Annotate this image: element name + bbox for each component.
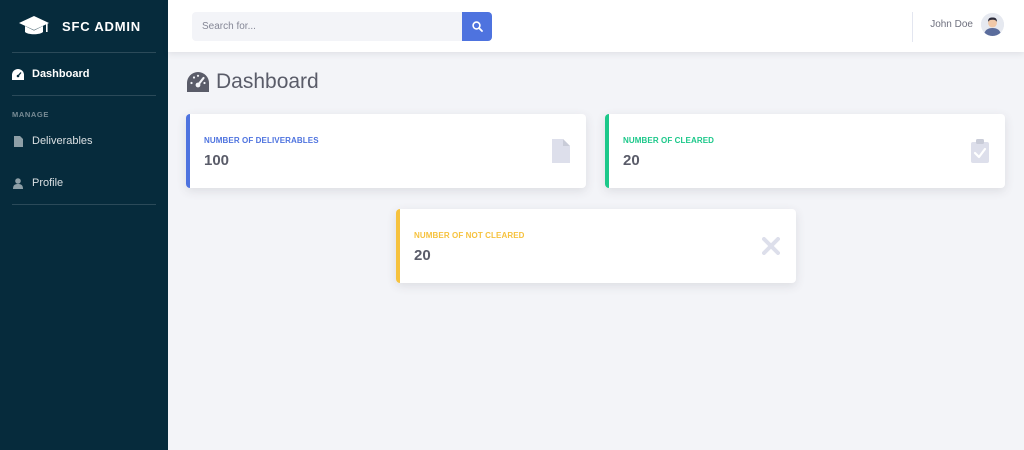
brand[interactable]: SFC ADMIN: [0, 0, 168, 52]
sidebar-item-deliverables[interactable]: Deliverables: [0, 120, 168, 162]
user-menu[interactable]: John Doe: [930, 13, 1004, 36]
file-icon: [12, 135, 24, 147]
user-name: John Doe: [930, 19, 973, 30]
times-icon: [760, 233, 782, 259]
brand-name: SFC ADMIN: [62, 18, 141, 34]
sidebar-divider: [12, 204, 156, 205]
card-label: NUMBER OF DELIVERABLES: [204, 136, 319, 145]
card-value: 20: [414, 247, 431, 264]
clipboard-check-icon: [969, 138, 991, 164]
graduation-cap-icon: [19, 16, 49, 35]
sidebar-item-label: Profile: [32, 177, 64, 189]
sidebar: SFC ADMIN Dashboard MANAGE Deliverables: [0, 0, 168, 450]
tachometer-icon: [187, 72, 209, 92]
user-icon: [12, 177, 24, 189]
page-title: Dashboard: [186, 70, 319, 94]
card-value: 20: [623, 152, 640, 169]
card-label: NUMBER OF NOT CLEARED: [414, 231, 525, 240]
card-cleared[interactable]: NUMBER OF CLEARED 20: [605, 114, 1005, 188]
card-value: 100: [204, 152, 230, 169]
card-not-cleared[interactable]: NUMBER OF NOT CLEARED 20: [396, 209, 796, 283]
search-icon: [471, 21, 483, 32]
card-deliverables[interactable]: NUMBER OF DELIVERABLES 100: [186, 114, 586, 188]
sidebar-item-profile[interactable]: Profile: [0, 162, 168, 204]
file-icon: [550, 138, 572, 164]
search-input[interactable]: [192, 12, 462, 41]
sidebar-item-label: Deliverables: [32, 135, 93, 147]
card-label: NUMBER OF CLEARED: [623, 136, 715, 145]
topbar: John Doe: [168, 0, 1024, 52]
card-accent-bar: [186, 114, 190, 188]
sidebar-section-heading: MANAGE: [12, 110, 49, 119]
topbar-divider: [912, 12, 913, 42]
search-button[interactable]: [462, 12, 492, 41]
tachometer-icon: [12, 68, 24, 80]
sidebar-item-label: Dashboard: [32, 68, 90, 80]
avatar: [981, 13, 1004, 36]
sidebar-item-dashboard[interactable]: Dashboard: [0, 53, 168, 95]
card-accent-bar: [605, 114, 609, 188]
card-accent-bar: [396, 209, 400, 283]
page-title-text: Dashboard: [216, 70, 319, 93]
search-bar: [192, 12, 492, 41]
